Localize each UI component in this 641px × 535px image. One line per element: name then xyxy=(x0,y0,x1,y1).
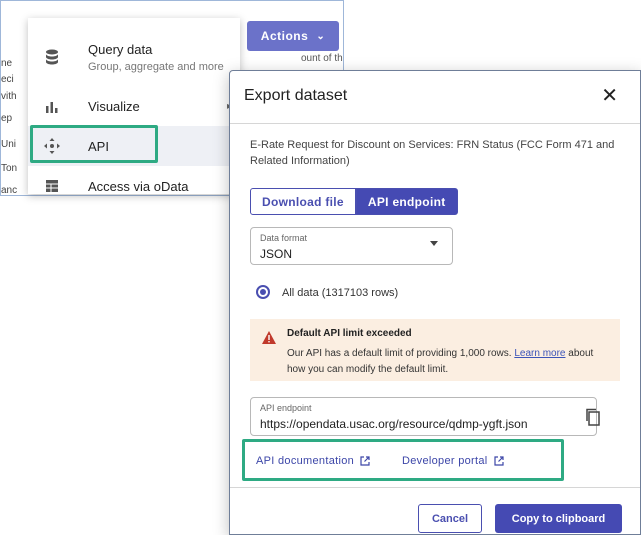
bg-text: eci xyxy=(1,74,14,85)
dialog-title: Export dataset xyxy=(244,87,348,104)
bg-text: Ton xyxy=(1,163,18,174)
bg-text: Uni xyxy=(1,139,17,150)
bg-text: anc xyxy=(1,185,18,196)
all-data-label: All data (1317103 rows) xyxy=(282,287,399,299)
api-endpoint-label: API endpoint xyxy=(260,403,312,413)
actions-label: Actions xyxy=(260,29,309,43)
close-icon[interactable]: ✕ xyxy=(601,83,618,108)
data-format-value: JSON xyxy=(260,247,293,261)
links-highlight-box xyxy=(242,439,564,481)
tab-api-endpoint[interactable]: API endpoint xyxy=(355,188,458,215)
bg-top-text: ount of the servic xyxy=(301,53,343,64)
api-endpoint-url: https://opendata.usac.org/resource/qdmp-… xyxy=(260,417,528,431)
warning-icon xyxy=(262,331,276,344)
learn-more-link[interactable]: Learn more xyxy=(514,348,565,359)
actions-button[interactable]: Actions ⌄ xyxy=(247,21,339,51)
copy-icon[interactable] xyxy=(585,408,601,426)
menu-label: Visualize xyxy=(88,98,140,114)
database-icon xyxy=(42,47,62,67)
all-data-radio[interactable] xyxy=(256,285,270,299)
warning-title: Default API limit exceeded xyxy=(287,328,412,339)
table-icon xyxy=(42,176,62,196)
warning-text: Our API has a default limit of providing… xyxy=(287,348,515,359)
data-format-select[interactable]: Data format JSON xyxy=(250,227,453,265)
menu-item-visualize[interactable]: Visualize ▸ xyxy=(28,86,240,126)
chevron-down-icon: ⌄ xyxy=(316,30,326,42)
export-mode-toggle: Download file API endpoint xyxy=(250,188,458,215)
menu-label: Access via oData xyxy=(88,178,189,194)
bg-text: ep xyxy=(1,113,13,124)
menu-sublabel: Group, aggregate and more xyxy=(88,61,224,73)
dataset-name: E-Rate Request for Discount on Services:… xyxy=(250,139,615,167)
divider xyxy=(230,487,640,488)
bg-text: vith xyxy=(1,91,17,102)
menu-item-odata[interactable]: Access via oData xyxy=(28,166,240,206)
bar-chart-icon xyxy=(42,96,62,116)
api-limit-warning: Default API limit exceeded Our API has a… xyxy=(250,319,620,381)
actions-menu: Query data Group, aggregate and more Vis… xyxy=(28,18,240,194)
copy-to-clipboard-button[interactable]: Copy to clipboard xyxy=(495,504,622,533)
api-highlight-box xyxy=(30,125,158,163)
cancel-button[interactable]: Cancel xyxy=(418,504,482,533)
menu-item-query-data[interactable]: Query data Group, aggregate and more xyxy=(28,32,240,82)
menu-label: Query data xyxy=(88,42,153,57)
data-format-label: Data format xyxy=(260,233,308,243)
tab-download-file[interactable]: Download file xyxy=(250,188,356,215)
bg-text: ne xyxy=(1,58,13,69)
divider xyxy=(230,123,640,124)
caret-down-icon xyxy=(430,241,438,246)
warning-body: Our API has a default limit of providing… xyxy=(287,346,612,378)
api-endpoint-field[interactable]: API endpoint https://opendata.usac.org/r… xyxy=(250,397,597,436)
export-dataset-dialog: Export dataset ✕ E-Rate Request for Disc… xyxy=(229,70,641,535)
